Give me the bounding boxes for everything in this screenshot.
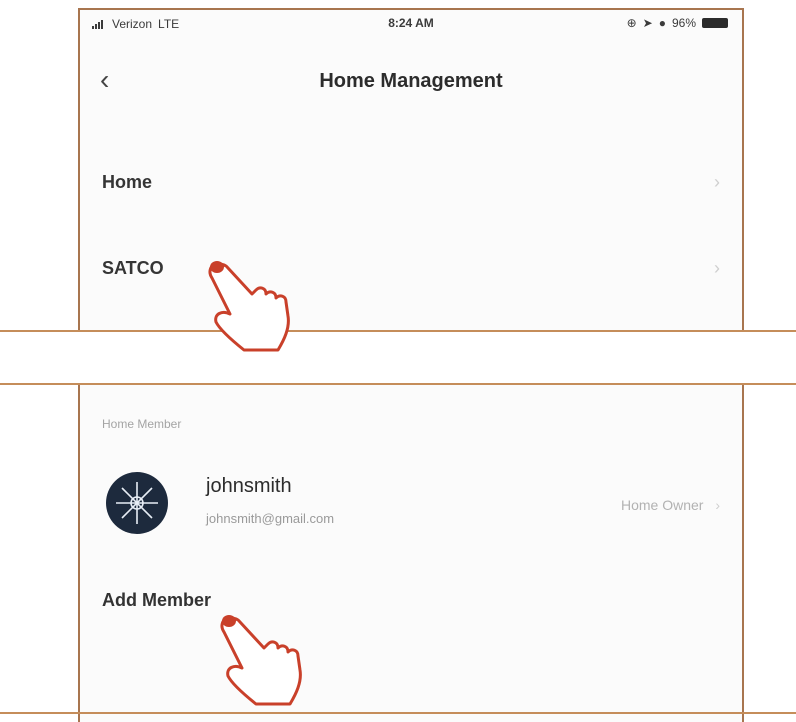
divider-line-bottom [0, 712, 796, 714]
section-label: Home Member [102, 417, 182, 431]
home-row-satco[interactable]: SATCO › [102, 248, 720, 288]
chevron-right-icon: › [714, 257, 720, 278]
home-row-label: Home [102, 171, 153, 192]
member-role: Home Owner › [621, 497, 720, 513]
pointing-hand-icon [208, 261, 290, 352]
status-bar: Verizon LTE 8:24 AM ⊕ ➤ ● 96% [80, 10, 742, 38]
pointing-hand-icon [220, 615, 302, 706]
starburst-icon [116, 482, 158, 524]
phone-screen-bottom: Home Member johnsmith johnsmith@gmail.co… [78, 385, 744, 722]
member-name: johnsmith [206, 475, 292, 497]
alarm-icon: ⊕ [626, 16, 637, 30]
member-email: johnsmith@gmail.com [206, 511, 335, 526]
add-member-button[interactable]: Add Member [102, 590, 211, 611]
location-icon: ➤ [642, 16, 653, 30]
bluetooth-icon: ● [658, 16, 666, 30]
member-row[interactable]: johnsmith johnsmith@gmail.com Home Owner… [102, 467, 720, 547]
member-role-label: Home Owner [620, 497, 704, 513]
divider-line-top [0, 330, 796, 332]
page-title: Home Management [319, 70, 503, 92]
chevron-right-icon: › [714, 171, 720, 192]
section-gap [0, 332, 796, 383]
battery-icon [702, 18, 728, 28]
phone-screen-top: Verizon LTE 8:24 AM ⊕ ➤ ● 96% ‹ Home Man… [78, 8, 744, 332]
home-row-home[interactable]: Home › [102, 162, 720, 202]
nav-bar: ‹ Home Management [80, 60, 742, 104]
battery-percent: 96% [671, 16, 696, 30]
home-row-label: SATCO [102, 257, 164, 278]
avatar [106, 472, 168, 534]
status-right: ⊕ ➤ ● 96% [627, 16, 728, 30]
chevron-right-icon: › [715, 497, 720, 513]
